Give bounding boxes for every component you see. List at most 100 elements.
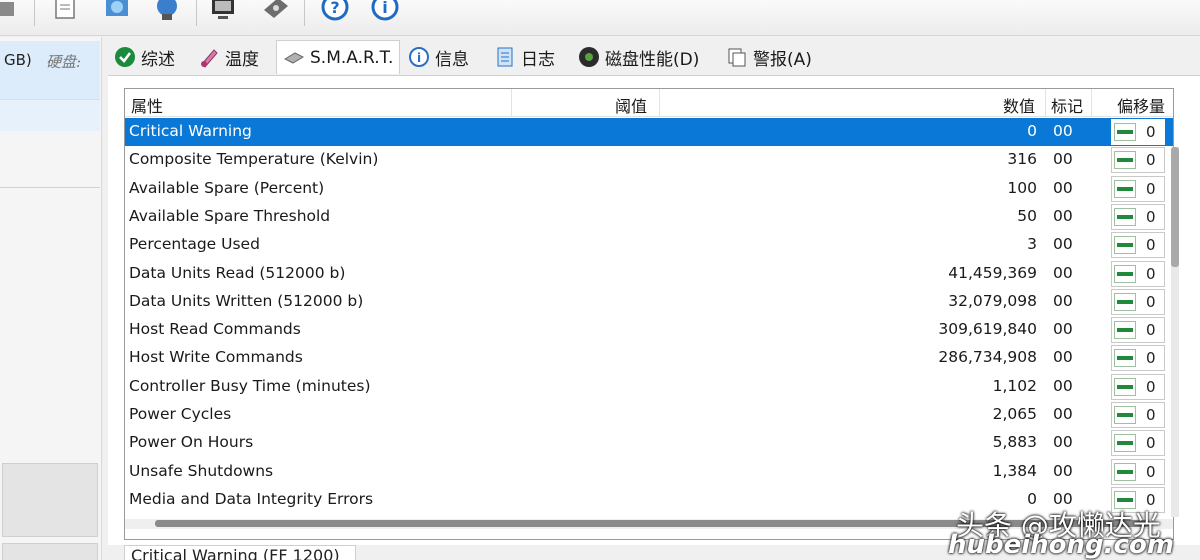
attribute-value: 1,102 xyxy=(992,376,1037,395)
attribute-name: Media and Data Integrity Errors xyxy=(129,489,374,508)
table-row[interactable]: Unsafe Shutdowns 1,384 00 0 xyxy=(125,458,1173,486)
check-circle-icon xyxy=(114,46,136,68)
offset-indicator-bar xyxy=(1117,214,1133,219)
offset-field[interactable]: 0 xyxy=(1111,373,1165,400)
svg-text:i: i xyxy=(382,0,387,17)
offset-field[interactable]: 0 xyxy=(1111,288,1165,315)
offset-indicator-bar xyxy=(1117,356,1133,361)
attribute-name: Data Units Written (512000 b) xyxy=(129,291,364,310)
drive-list-item[interactable]: GB) 硬盘: xyxy=(0,41,100,131)
offset-field[interactable]: 0 xyxy=(1111,260,1165,287)
offset-indicator-icon xyxy=(1114,434,1136,453)
offset-indicator-icon xyxy=(1114,406,1136,424)
attribute-value: 316 xyxy=(1007,150,1037,169)
tab-temperature[interactable]: 温度 xyxy=(198,42,259,72)
tab-label: 日志 xyxy=(521,49,555,70)
tab-label: 信息 xyxy=(435,49,469,70)
column-divider xyxy=(1045,89,1046,117)
back-icon[interactable] xyxy=(0,0,28,26)
attribute-flag: 00 xyxy=(1053,405,1073,423)
offset-field[interactable]: 0 xyxy=(1111,119,1165,145)
tab-log[interactable]: 日志 xyxy=(494,42,555,72)
offset-field[interactable]: 0 xyxy=(1111,232,1165,259)
tab-smart[interactable]: S.M.A.R.T. xyxy=(276,40,401,74)
table-row[interactable]: Composite Temperature (Kelvin) 316 00 0 xyxy=(125,146,1173,174)
table-row[interactable]: Host Read Commands 309,619,840 00 0 xyxy=(125,316,1173,344)
monitor-icon[interactable] xyxy=(206,0,240,26)
panel-divider xyxy=(0,187,100,188)
tab-label: S.M.A.R.T. xyxy=(310,47,394,68)
tab-disk-performance[interactable]: 磁盘性能(D) xyxy=(578,42,699,72)
tab-bar: 综述 温度 S.M.A.R.T. i 信息 日志 磁盘性能(D) 警报(A) xyxy=(108,38,1200,74)
network-icon[interactable] xyxy=(150,0,184,26)
offset-indicator-icon xyxy=(1114,207,1136,226)
refresh-icon[interactable] xyxy=(100,0,134,26)
tab-label: 磁盘性能(D) xyxy=(605,49,700,70)
column-divider xyxy=(1091,89,1092,117)
tab-alerts[interactable]: 警报(A) xyxy=(726,42,812,72)
table-row[interactable]: Power On Hours 5,883 00 0 xyxy=(125,429,1173,457)
drive-label: 硬盘: xyxy=(46,53,82,71)
table-row[interactable]: Host Write Commands 286,734,908 00 0 xyxy=(125,344,1173,372)
offset-value: 0 xyxy=(1146,462,1156,481)
offset-indicator-bar xyxy=(1117,413,1133,417)
offset-field[interactable]: 0 xyxy=(1111,402,1165,428)
column-header-offset[interactable]: 偏移量 xyxy=(1117,93,1165,117)
offset-value: 0 xyxy=(1146,321,1156,340)
table-row[interactable]: Power Cycles 2,065 00 0 xyxy=(125,401,1173,429)
offset-field[interactable]: 0 xyxy=(1111,175,1165,202)
offset-indicator-icon xyxy=(1114,321,1136,340)
vertical-scrollbar[interactable] xyxy=(1171,147,1179,517)
drive-list-item-detail[interactable] xyxy=(0,99,100,131)
offset-field[interactable]: 0 xyxy=(1111,147,1165,174)
attribute-name: Host Read Commands xyxy=(129,320,301,339)
attribute-value: 309,619,840 xyxy=(938,320,1037,339)
table-row[interactable]: Data Units Written (512000 b) 32,079,098 0… xyxy=(125,288,1173,316)
panel-box xyxy=(2,463,98,537)
vertical-scrollbar-thumb[interactable] xyxy=(1171,147,1179,267)
tab-label: 温度 xyxy=(225,49,259,70)
offset-value: 0 xyxy=(1146,264,1156,283)
disk-icon[interactable] xyxy=(258,0,292,26)
attribute-flag: 00 xyxy=(1053,433,1073,452)
toolbar-separator xyxy=(34,0,35,26)
tab-info[interactable]: i 信息 xyxy=(408,42,469,72)
column-header-flag[interactable]: 标记 xyxy=(1051,93,1083,117)
panel-box xyxy=(2,543,98,560)
attribute-name: Available Spare Threshold xyxy=(129,206,331,225)
offset-indicator-icon xyxy=(1114,179,1136,198)
offset-indicator-icon xyxy=(1114,462,1136,481)
about-icon[interactable]: i xyxy=(368,0,402,26)
column-header-value[interactable]: 数值 xyxy=(1003,93,1035,117)
tab-label: 综述 xyxy=(141,49,175,70)
toolbar: ? i xyxy=(0,0,1200,36)
offset-field[interactable]: 0 xyxy=(1111,203,1165,230)
tab-summary[interactable]: 综述 xyxy=(114,42,175,72)
table-row[interactable]: Data Units Read (512000 b) 41,459,369 00 0 xyxy=(125,260,1173,288)
offset-field[interactable]: 0 xyxy=(1111,317,1165,344)
table-row[interactable]: Percentage Used 3 00 0 xyxy=(125,231,1173,259)
help-icon[interactable]: ? xyxy=(318,0,352,26)
offset-value: 0 xyxy=(1146,406,1156,424)
offset-field[interactable]: 0 xyxy=(1111,345,1165,372)
table-row[interactable]: Available Spare Threshold 50 00 0 xyxy=(125,203,1173,231)
offset-indicator-icon xyxy=(1114,377,1136,396)
info-icon: i xyxy=(408,46,430,68)
offset-field[interactable]: 0 xyxy=(1111,430,1165,457)
table-row[interactable]: Critical Warning 0 00 0 xyxy=(125,118,1173,146)
detail-tab[interactable]: Critical Warning (FF 1200) xyxy=(124,545,356,560)
offset-value: 0 xyxy=(1146,377,1156,396)
table-row[interactable]: Available Spare (Percent) 100 00 0 xyxy=(125,175,1173,203)
thermometer-icon xyxy=(198,46,220,68)
attribute-name: Available Spare (Percent) xyxy=(129,178,325,197)
attribute-value: 50 xyxy=(1017,206,1037,225)
smart-panel: 属性 阈值 数值 标记 偏移量 Critical Warning 0 00 0 Comp… xyxy=(108,75,1200,545)
offset-field[interactable]: 0 xyxy=(1111,458,1165,485)
column-divider xyxy=(659,89,660,117)
offset-indicator-bar xyxy=(1117,130,1133,134)
table-row[interactable]: Controller Busy Time (minutes) 1,102 00 0 xyxy=(125,373,1173,401)
document-icon[interactable] xyxy=(48,0,82,26)
column-header-attribute[interactable]: 属性 xyxy=(131,93,163,117)
attribute-flag: 00 xyxy=(1053,376,1073,395)
column-header-threshold[interactable]: 阈值 xyxy=(615,93,647,117)
